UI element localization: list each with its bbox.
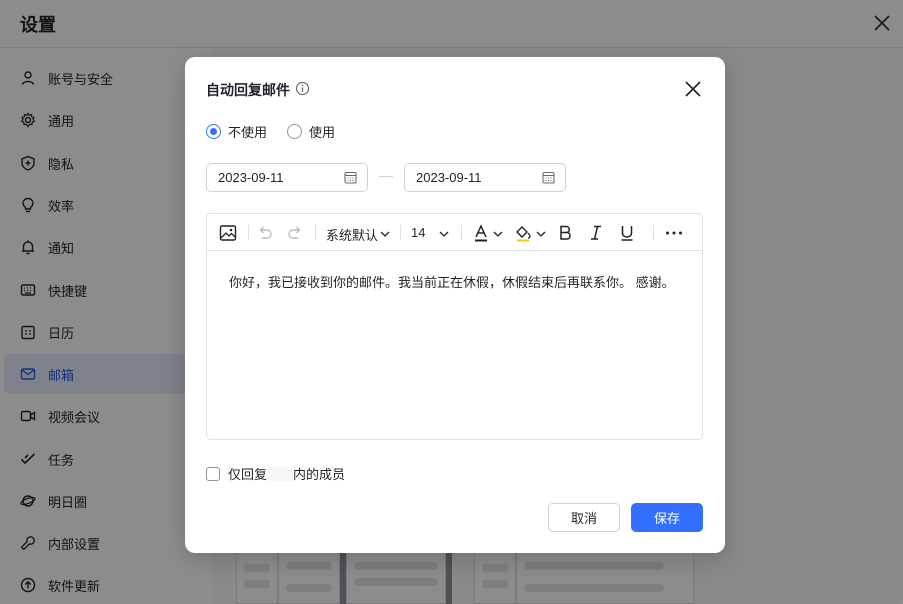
close-icon[interactable]: [683, 79, 703, 99]
chevron-down-icon[interactable]: [535, 229, 547, 239]
editor-content[interactable]: 你好，我已接收到你的邮件。我当前正在休假，休假结束后再联系你。 感谢。: [229, 272, 675, 291]
radio-button-selected[interactable]: [206, 124, 221, 139]
underline-icon[interactable]: [617, 223, 637, 243]
end-date-value: 2023-09-11: [416, 170, 482, 185]
redo-icon[interactable]: [285, 223, 305, 243]
chevron-down-icon[interactable]: [438, 229, 450, 239]
chevron-down-icon[interactable]: [379, 229, 391, 239]
checkbox-label-prefix: 仅回复: [228, 467, 268, 482]
font-color-icon[interactable]: [471, 223, 491, 243]
checkbox[interactable]: [206, 466, 220, 481]
date-range-separator: [379, 176, 393, 177]
undo-icon[interactable]: [255, 223, 275, 243]
chevron-down-icon[interactable]: [492, 229, 504, 239]
save-button[interactable]: 保存: [631, 503, 703, 532]
radio-enable[interactable]: 使用: [287, 122, 335, 141]
font-family-select[interactable]: 系统默认: [326, 225, 378, 244]
start-date-input[interactable]: 2023-09-11: [206, 163, 368, 192]
bold-icon[interactable]: [555, 223, 575, 243]
more-icon[interactable]: [664, 223, 684, 243]
dialog-title: 自动回复邮件: [206, 82, 290, 98]
radio-disable[interactable]: 不使用: [206, 122, 267, 141]
radio-label: 使用: [309, 125, 336, 140]
auto-reply-dialog: 自动回复邮件 不使用 使用 2023-09-11 2023-09-11 系统默认…: [185, 57, 725, 553]
radio-button[interactable]: [287, 124, 302, 139]
radio-label: 不使用: [228, 125, 268, 140]
start-date-value: 2023-09-11: [218, 170, 284, 185]
rich-text-editor: 系统默认 14 你好，我已接收到你的邮件。我当前正在休假，休假结束后再联系你。 …: [206, 213, 703, 440]
calendar-icon[interactable]: [344, 171, 357, 184]
image-icon[interactable]: [218, 223, 238, 243]
editor-toolbar: 系统默认 14: [207, 214, 702, 251]
font-size-select[interactable]: 14: [411, 225, 425, 240]
highlight-color-icon[interactable]: [513, 223, 533, 243]
info-icon[interactable]: [295, 81, 310, 96]
reply-only-members-checkbox[interactable]: 仅回复 内的成员: [206, 464, 345, 483]
checkbox-label-suffix: 内的成员: [293, 467, 346, 482]
italic-icon[interactable]: [586, 223, 606, 243]
cancel-button[interactable]: 取消: [548, 503, 620, 532]
end-date-input[interactable]: 2023-09-11: [404, 163, 566, 192]
calendar-icon[interactable]: [542, 171, 555, 184]
blank-placeholder: [267, 466, 294, 481]
